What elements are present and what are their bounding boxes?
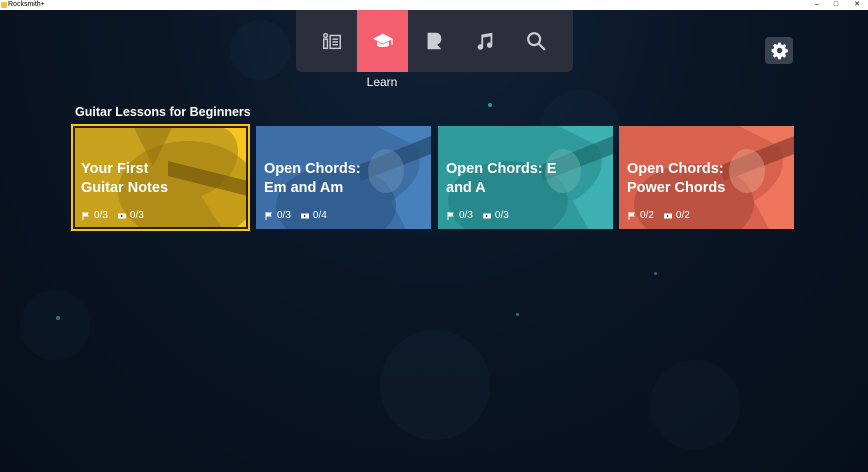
gear-icon — [771, 42, 788, 60]
videos-count: 0/4 — [312, 210, 327, 221]
music-note-icon — [477, 32, 492, 50]
nav-active-label: Learn — [366, 75, 398, 89]
app-icon — [1, 2, 7, 8]
video-icon — [117, 213, 126, 218]
background-bokeh — [488, 103, 492, 107]
videos-count: 0/3 — [129, 210, 144, 221]
videos-progress: 0/3 — [482, 210, 509, 221]
card-stats: 0/3 0/3 — [447, 210, 509, 221]
nav-search[interactable] — [510, 10, 561, 72]
nav-home[interactable] — [306, 10, 357, 72]
background-bokeh — [650, 360, 740, 450]
window-title: Rocksmith+ — [8, 1, 45, 8]
lesson-card[interactable]: Open Chords: E and A 0/3 0/3 — [438, 126, 613, 229]
background-bokeh — [516, 313, 519, 316]
minimize-button[interactable]: – — [808, 0, 826, 10]
card-title: Your First Guitar Notes — [81, 161, 169, 196]
graduation-cap-icon — [372, 33, 393, 47]
card-title: Open Chords: Em and Am — [264, 161, 361, 196]
videos-progress: 0/2 — [663, 210, 690, 221]
lesson-card[interactable]: Your First Guitar Notes 0/3 0/3 — [71, 124, 250, 231]
lesson-card[interactable]: Open Chords: Power Chords 0/2 0/2 — [619, 126, 794, 229]
lessons-count: 0/3 — [277, 210, 291, 221]
lesson-card[interactable]: Open Chords: Em and Am 0/3 0/4 — [256, 126, 431, 229]
background-bokeh — [20, 290, 90, 360]
videos-count: 0/2 — [675, 210, 690, 221]
flag-icon — [265, 211, 272, 220]
lessons-count: 0/3 — [459, 210, 473, 221]
background-bokeh — [654, 272, 657, 275]
card-stats: 0/3 0/4 — [265, 210, 327, 221]
search-icon — [526, 32, 545, 51]
card-title: Open Chords: E and A — [446, 161, 557, 196]
setlist-icon — [322, 32, 341, 50]
maximize-button[interactable]: □ — [827, 0, 845, 10]
section-title: Guitar Lessons for Beginners — [75, 105, 251, 119]
flag-icon — [628, 211, 635, 220]
card-stats: 0/2 0/2 — [628, 210, 690, 221]
background-bokeh — [380, 330, 490, 440]
background-bokeh — [230, 20, 290, 80]
lessons-progress: 0/2 — [628, 210, 654, 221]
close-button[interactable]: ✕ — [848, 0, 866, 10]
card-title: Open Chords: Power Chords — [627, 161, 726, 196]
window-titlebar: Rocksmith+ – □ ✕ — [0, 0, 868, 10]
nav-rocksmith[interactable] — [408, 10, 459, 72]
rocksmith-r-icon — [427, 32, 441, 50]
videos-count: 0/3 — [494, 210, 509, 221]
background-bokeh — [56, 316, 60, 320]
videos-progress: 0/3 — [117, 210, 144, 221]
lessons-count: 0/3 — [94, 210, 108, 221]
settings-button[interactable] — [765, 37, 793, 64]
videos-progress: 0/4 — [300, 210, 327, 221]
video-icon — [663, 213, 672, 218]
lessons-progress: 0/3 — [447, 210, 473, 221]
card-stats: 0/3 0/3 — [82, 210, 144, 221]
video-icon — [482, 213, 491, 218]
nav-learn[interactable] — [357, 10, 408, 72]
lessons-progress: 0/3 — [265, 210, 291, 221]
lessons-count: 0/2 — [640, 210, 654, 221]
flag-icon — [447, 211, 454, 220]
main-nav — [296, 10, 573, 72]
lessons-progress: 0/3 — [82, 210, 108, 221]
nav-songs[interactable] — [459, 10, 510, 72]
video-icon — [300, 213, 309, 218]
flag-icon — [82, 211, 89, 220]
